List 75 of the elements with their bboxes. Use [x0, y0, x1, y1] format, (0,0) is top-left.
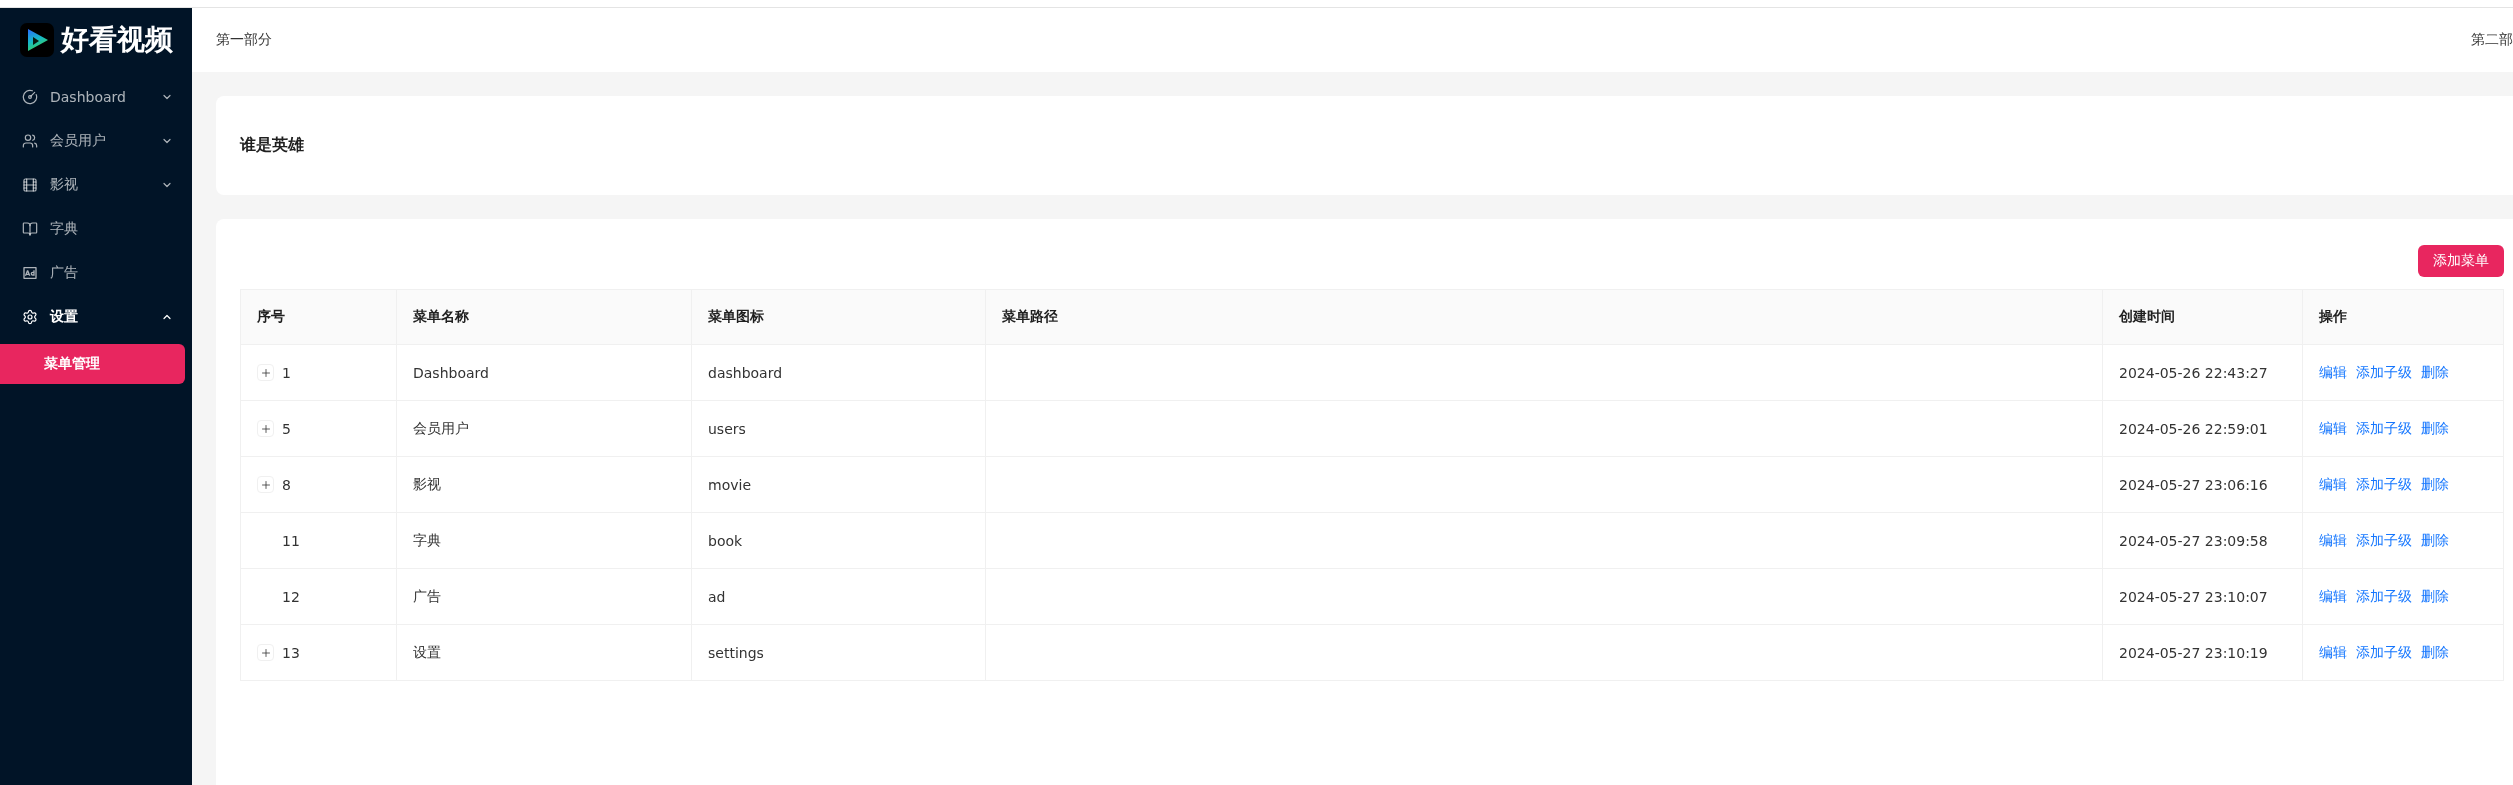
table-cell: 会员用户: [396, 400, 692, 457]
sidebar-item[interactable]: 字典: [0, 209, 192, 249]
table-cell: Dashboard: [396, 344, 692, 401]
expand-button[interactable]: [257, 476, 274, 493]
table-cell: 2024-05-26 22:43:27: [2102, 344, 2303, 401]
table-cell: 广告: [396, 568, 692, 625]
action-link[interactable]: 添加子级: [2356, 419, 2412, 438]
film-icon: [22, 177, 38, 193]
row-number: 5: [282, 420, 291, 437]
action-link[interactable]: 编辑: [2319, 475, 2347, 494]
row-number: 12: [282, 588, 300, 605]
action-link[interactable]: 删除: [2421, 643, 2449, 662]
banner-title: 谁是英雄: [240, 135, 304, 156]
row-number: 1: [282, 364, 291, 381]
action-link[interactable]: 编辑: [2319, 363, 2347, 382]
plus-icon: [259, 478, 272, 491]
action-link[interactable]: 删除: [2421, 419, 2449, 438]
column-header: 菜单图标: [691, 289, 986, 345]
header-label: 第二部: [2471, 31, 2513, 49]
play-logo-icon: [20, 23, 54, 57]
settings-icon: [22, 309, 38, 325]
table-cell: 2024-05-27 23:09:58: [2102, 512, 2303, 569]
action-link[interactable]: 编辑: [2319, 419, 2347, 438]
plus-icon: [259, 422, 272, 435]
table-cell: settings: [691, 624, 986, 681]
sidebar-item[interactable]: 广告: [0, 253, 192, 293]
action-link[interactable]: 删除: [2421, 363, 2449, 382]
action-link[interactable]: 删除: [2421, 475, 2449, 494]
sidebar-subitem[interactable]: 菜单管理: [0, 344, 185, 384]
table-cell: dashboard: [691, 344, 986, 401]
table-cell: movie: [691, 456, 986, 513]
gauge-icon: [22, 89, 38, 105]
action-link[interactable]: 添加子级: [2356, 643, 2412, 662]
action-link[interactable]: 编辑: [2319, 587, 2347, 606]
table-cell: 影视: [396, 456, 692, 513]
sidebar-item[interactable]: 设置: [0, 297, 192, 337]
action-link[interactable]: 编辑: [2319, 531, 2347, 550]
logo-text: 好看视频: [61, 26, 173, 54]
table-cell: book: [691, 512, 986, 569]
column-header: 菜单路径: [985, 289, 2103, 345]
action-link[interactable]: 添加子级: [2356, 587, 2412, 606]
row-number: 8: [282, 476, 291, 493]
plus-icon: [259, 366, 272, 379]
action-link[interactable]: 添加子级: [2356, 531, 2412, 550]
expand-button[interactable]: [257, 420, 274, 437]
table-cell: 2024-05-27 23:10:07: [2102, 568, 2303, 625]
row-number: 13: [282, 644, 300, 661]
ad-icon: [22, 265, 38, 281]
expand-button[interactable]: [257, 644, 274, 661]
table-cell: 2024-05-26 22:59:01: [2102, 400, 2303, 457]
sidebar-item[interactable]: 影视: [0, 165, 192, 205]
column-header: 创建时间: [2102, 289, 2303, 345]
table-cell: 2024-05-27 23:10:19: [2102, 624, 2303, 681]
book-icon: [22, 221, 38, 237]
plus-icon: [259, 646, 272, 659]
table-cell: 字典: [396, 512, 692, 569]
header-label: 第一部分: [216, 31, 272, 49]
table-cell: 2024-05-27 23:06:16: [2102, 456, 2303, 513]
table-cell: users: [691, 400, 986, 457]
action-link[interactable]: 添加子级: [2356, 475, 2412, 494]
action-link[interactable]: 删除: [2421, 531, 2449, 550]
sidebar-item[interactable]: Dashboard: [0, 77, 192, 117]
column-header: 菜单名称: [396, 289, 692, 345]
table-cell: ad: [691, 568, 986, 625]
column-header: 操作: [2302, 289, 2504, 345]
action-link[interactable]: 编辑: [2319, 643, 2347, 662]
sidebar-item[interactable]: 会员用户: [0, 121, 192, 161]
row-number: 11: [282, 532, 300, 549]
users-icon: [22, 133, 38, 149]
add-menu-button[interactable]: 添加菜单: [2418, 245, 2504, 277]
action-link[interactable]: 添加子级: [2356, 363, 2412, 382]
expand-button[interactable]: [257, 364, 274, 381]
column-header: 序号: [240, 289, 397, 345]
table-cell: 设置: [396, 624, 692, 681]
action-link[interactable]: 删除: [2421, 587, 2449, 606]
